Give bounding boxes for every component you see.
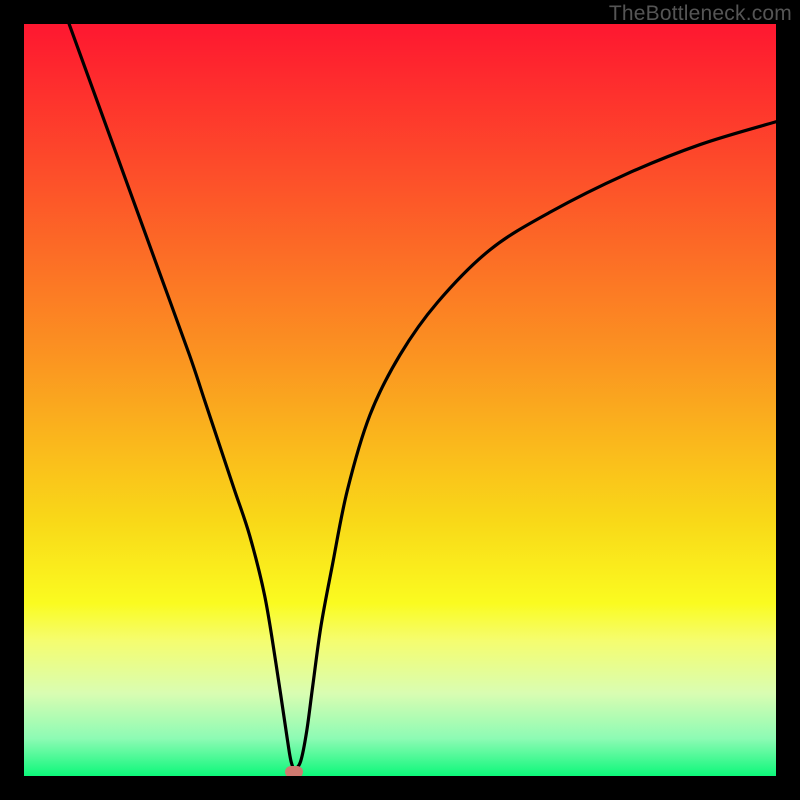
chart-frame: TheBottleneck.com	[0, 0, 800, 800]
bottleneck-curve	[24, 24, 776, 776]
plot-area	[24, 24, 776, 776]
watermark-text: TheBottleneck.com	[609, 2, 792, 26]
bottleneck-point-marker	[285, 766, 303, 776]
